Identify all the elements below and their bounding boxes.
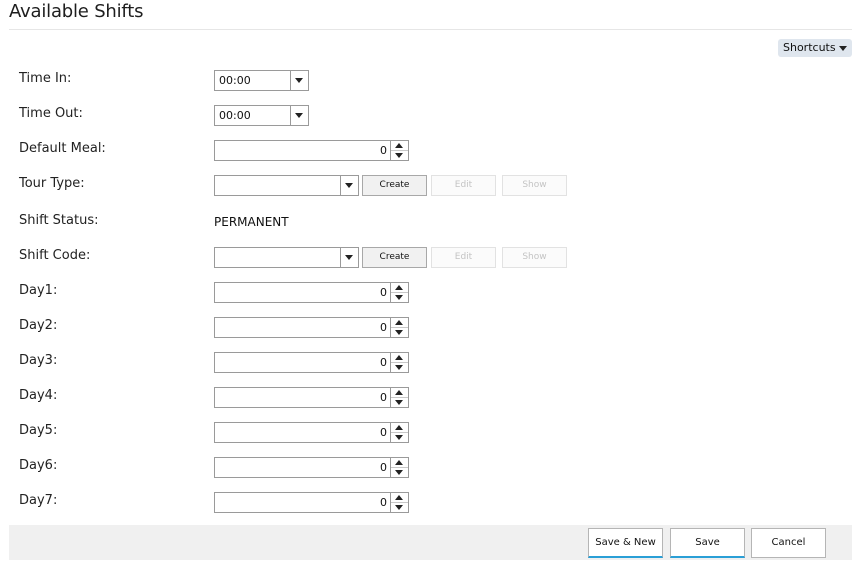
shift-status-label: Shift Status:: [19, 213, 99, 228]
tour-type-select[interactable]: [214, 175, 359, 196]
day4-value: 0: [380, 391, 387, 404]
decrement-arrow-icon[interactable]: [391, 328, 408, 337]
tour-type-show-button[interactable]: Show: [502, 175, 567, 196]
shift-status-value: PERMANENT: [214, 215, 289, 229]
stepper-arrows: [390, 283, 408, 302]
increment-arrow-icon[interactable]: [391, 423, 408, 433]
shift-code-show-button[interactable]: Show: [502, 247, 567, 268]
shortcuts-label: Shortcuts: [783, 41, 836, 54]
stepper-arrows: [390, 493, 408, 512]
time-in-label: Time In:: [19, 71, 72, 86]
dropdown-arrow-icon[interactable]: [340, 176, 358, 195]
day6-label: Day6:: [19, 458, 58, 473]
shift-code-select[interactable]: [214, 247, 359, 268]
default-meal-label: Default Meal:: [19, 141, 106, 156]
shift-code-create-button[interactable]: Create: [362, 247, 427, 268]
decrement-arrow-icon[interactable]: [391, 293, 408, 302]
page-title: Available Shifts: [9, 1, 144, 22]
day6-stepper[interactable]: 0: [214, 457, 409, 478]
title-divider: [9, 29, 852, 30]
time-out-value: 00:00: [219, 109, 251, 122]
shift-code-label: Shift Code:: [19, 248, 91, 263]
shift-code-edit-button[interactable]: Edit: [431, 247, 496, 268]
day7-value: 0: [380, 496, 387, 509]
day5-value: 0: [380, 426, 387, 439]
stepper-arrows: [390, 318, 408, 337]
day1-label: Day1:: [19, 283, 58, 298]
day4-stepper[interactable]: 0: [214, 387, 409, 408]
decrement-arrow-icon[interactable]: [391, 503, 408, 512]
increment-arrow-icon[interactable]: [391, 493, 408, 503]
decrement-arrow-icon[interactable]: [391, 468, 408, 477]
decrement-arrow-icon[interactable]: [391, 398, 408, 407]
increment-arrow-icon[interactable]: [391, 283, 408, 293]
save-button[interactable]: Save: [670, 528, 745, 558]
day1-value: 0: [380, 286, 387, 299]
time-out-label: Time Out:: [19, 106, 83, 121]
time-in-value: 00:00: [219, 74, 251, 87]
day7-label: Day7:: [19, 493, 58, 508]
decrement-arrow-icon[interactable]: [391, 363, 408, 372]
stepper-arrows: [390, 423, 408, 442]
day1-stepper[interactable]: 0: [214, 282, 409, 303]
day6-value: 0: [380, 461, 387, 474]
increment-arrow-icon[interactable]: [391, 141, 408, 151]
tour-type-edit-button[interactable]: Edit: [431, 175, 496, 196]
day3-value: 0: [380, 356, 387, 369]
decrement-arrow-icon[interactable]: [391, 151, 408, 160]
day5-label: Day5:: [19, 423, 58, 438]
increment-arrow-icon[interactable]: [391, 458, 408, 468]
stepper-arrows: [390, 141, 408, 160]
dropdown-arrow-icon[interactable]: [290, 106, 308, 125]
stepper-arrows: [390, 353, 408, 372]
stepper-arrows: [390, 458, 408, 477]
increment-arrow-icon[interactable]: [391, 318, 408, 328]
caret-down-icon: [839, 46, 847, 51]
tour-type-create-button[interactable]: Create: [362, 175, 427, 196]
day2-value: 0: [380, 321, 387, 334]
increment-arrow-icon[interactable]: [391, 388, 408, 398]
day2-label: Day2:: [19, 318, 58, 333]
time-in-select[interactable]: 00:00: [214, 70, 309, 91]
decrement-arrow-icon[interactable]: [391, 433, 408, 442]
dropdown-arrow-icon[interactable]: [290, 71, 308, 90]
day4-label: Day4:: [19, 388, 58, 403]
increment-arrow-icon[interactable]: [391, 353, 408, 363]
default-meal-value: 0: [380, 144, 387, 157]
time-out-select[interactable]: 00:00: [214, 105, 309, 126]
save-and-new-button[interactable]: Save & New: [588, 528, 663, 558]
cancel-button[interactable]: Cancel: [751, 528, 826, 558]
shortcuts-menu-button[interactable]: Shortcuts: [778, 39, 852, 57]
dropdown-arrow-icon[interactable]: [340, 248, 358, 267]
default-meal-stepper[interactable]: 0: [214, 140, 409, 161]
tour-type-label: Tour Type:: [19, 176, 85, 191]
day7-stepper[interactable]: 0: [214, 492, 409, 513]
day3-stepper[interactable]: 0: [214, 352, 409, 373]
day2-stepper[interactable]: 0: [214, 317, 409, 338]
day5-stepper[interactable]: 0: [214, 422, 409, 443]
stepper-arrows: [390, 388, 408, 407]
day3-label: Day3:: [19, 353, 58, 368]
